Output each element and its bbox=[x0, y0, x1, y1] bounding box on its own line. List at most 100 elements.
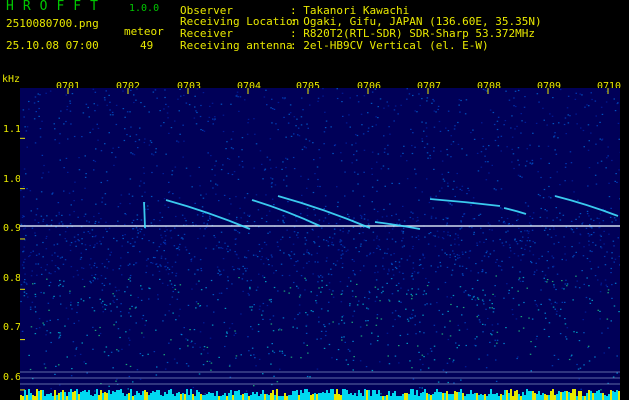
noise-speck bbox=[605, 167, 607, 169]
level-bar bbox=[452, 394, 454, 400]
noise-speck bbox=[289, 236, 291, 238]
noise-speck bbox=[318, 219, 321, 221]
noise-speck bbox=[357, 101, 360, 103]
noise-speck bbox=[454, 195, 456, 198]
noise-speck bbox=[518, 304, 520, 306]
level-bar bbox=[512, 396, 514, 400]
noise-speck bbox=[115, 104, 118, 106]
noise-speck bbox=[599, 291, 602, 293]
noise-speck bbox=[418, 238, 420, 241]
noise-speck bbox=[406, 333, 409, 335]
app-title: HROFFT bbox=[6, 0, 107, 14]
noise-speck bbox=[118, 289, 120, 291]
noise-speck bbox=[393, 253, 395, 255]
noise-speck bbox=[489, 224, 491, 226]
noise-speck bbox=[349, 97, 351, 99]
noise-speck bbox=[108, 261, 110, 263]
noise-speck bbox=[251, 347, 254, 349]
noise-speck bbox=[270, 177, 272, 179]
noise-speck bbox=[195, 301, 198, 303]
noise-speck bbox=[415, 333, 417, 335]
noise-speck bbox=[59, 133, 61, 135]
noise-speck bbox=[207, 219, 209, 221]
noise-speck bbox=[94, 110, 96, 112]
noise-speck bbox=[143, 182, 145, 184]
noise-speck bbox=[356, 304, 359, 306]
noise-speck bbox=[564, 318, 566, 320]
noise-speck bbox=[619, 264, 620, 266]
noise-speck bbox=[157, 266, 159, 268]
noise-speck bbox=[454, 125, 456, 127]
noise-speck bbox=[227, 172, 230, 175]
noise-speck bbox=[324, 334, 327, 337]
noise-speck bbox=[549, 299, 551, 301]
noise-speck bbox=[358, 300, 360, 302]
noise-speck bbox=[543, 229, 546, 231]
noise-speck bbox=[481, 122, 483, 124]
level-bar bbox=[414, 395, 416, 400]
noise-speck bbox=[150, 222, 153, 224]
noise-speck bbox=[482, 331, 484, 333]
noise-speck bbox=[432, 207, 434, 209]
noise-speck bbox=[377, 211, 379, 213]
level-bar bbox=[508, 393, 510, 400]
noise-speck bbox=[36, 274, 38, 276]
noise-speck bbox=[271, 343, 273, 345]
noise-speck bbox=[318, 245, 321, 247]
noise-speck bbox=[129, 339, 131, 341]
noise-speck bbox=[446, 148, 448, 151]
level-bar bbox=[478, 395, 480, 400]
noise-speck bbox=[57, 319, 59, 321]
noise-speck bbox=[500, 135, 503, 137]
level-bar bbox=[354, 393, 356, 400]
noise-speck bbox=[141, 355, 144, 357]
noise-speck bbox=[122, 237, 124, 240]
noise-speck bbox=[478, 214, 480, 216]
noise-speck bbox=[112, 293, 114, 295]
noise-speck bbox=[550, 197, 552, 199]
noise-speck bbox=[59, 384, 61, 386]
level-bar bbox=[284, 393, 286, 400]
noise-speck bbox=[386, 238, 388, 240]
noise-speck bbox=[160, 257, 163, 259]
noise-speck bbox=[26, 188, 28, 190]
noise-speck bbox=[482, 270, 484, 272]
date-time: 25.10.08 07:00 bbox=[6, 39, 99, 52]
noise-speck bbox=[390, 254, 392, 256]
noise-speck bbox=[424, 304, 426, 306]
noise-speck bbox=[33, 102, 36, 104]
noise-speck bbox=[277, 219, 279, 221]
noise-speck bbox=[531, 163, 533, 165]
noise-speck bbox=[513, 167, 515, 170]
noise-speck bbox=[113, 301, 115, 303]
noise-speck bbox=[83, 215, 86, 217]
noise-speck bbox=[323, 347, 326, 349]
noise-speck bbox=[163, 354, 165, 356]
noise-speck bbox=[253, 221, 256, 223]
noise-speck bbox=[434, 235, 436, 237]
noise-speck bbox=[106, 230, 108, 233]
noise-speck bbox=[441, 313, 444, 315]
noise-speck bbox=[356, 393, 358, 395]
noise-speck bbox=[78, 169, 81, 171]
noise-speck bbox=[271, 122, 273, 124]
noise-speck bbox=[146, 205, 149, 207]
noise-speck bbox=[86, 334, 88, 336]
level-bar bbox=[506, 390, 508, 400]
noise-speck bbox=[527, 237, 529, 239]
noise-speck bbox=[447, 310, 449, 312]
noise-speck bbox=[461, 185, 464, 187]
noise-speck bbox=[332, 290, 334, 292]
noise-speck bbox=[296, 118, 298, 120]
noise-speck bbox=[36, 208, 39, 210]
level-bar bbox=[488, 394, 490, 400]
noise-speck bbox=[260, 258, 262, 261]
noise-speck bbox=[100, 150, 103, 152]
level-bar bbox=[302, 393, 304, 400]
noise-speck bbox=[102, 236, 104, 238]
level-bar bbox=[406, 393, 408, 400]
noise-speck bbox=[559, 88, 562, 91]
noise-speck bbox=[312, 229, 314, 231]
noise-speck bbox=[262, 302, 265, 305]
noise-speck bbox=[92, 88, 95, 90]
